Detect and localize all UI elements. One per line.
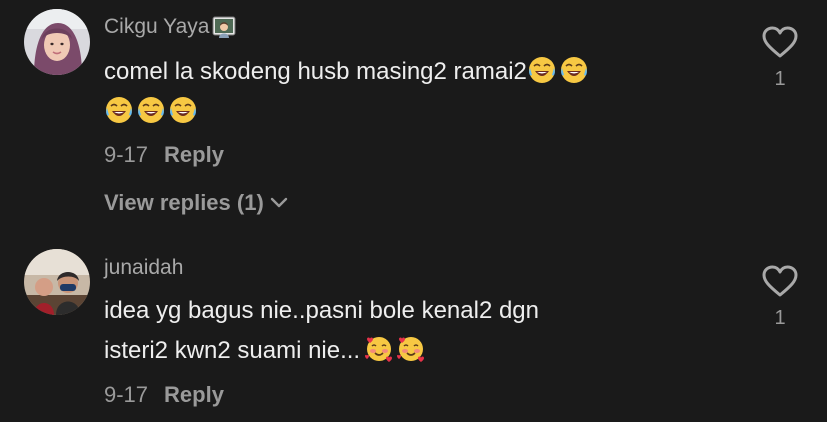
reply-button[interactable]: Reply [164, 382, 224, 407]
like-count: 1 [774, 68, 786, 90]
joy-emoji-icon [136, 95, 166, 125]
comment-item: Cikgu Yaya comel la skodeng husb masing2… [0, 0, 827, 230]
joy-emoji-icon [168, 95, 198, 125]
comment-text-line2 [104, 92, 200, 132]
username[interactable]: junaidah [104, 256, 183, 280]
teacher-emoji-icon [211, 14, 237, 40]
joy-emoji-icon [527, 55, 557, 85]
heart-outline-icon [762, 26, 798, 58]
comment-item: junaidah idea yg bagus nie..pasni bole k… [0, 240, 827, 422]
comment-meta: 9-17 Reply [104, 142, 224, 168]
avatar[interactable] [24, 9, 90, 75]
username[interactable]: Cikgu Yaya [104, 14, 237, 40]
smiling-face-with-hearts-icon [396, 334, 426, 364]
like-count: 1 [774, 307, 786, 329]
avatar[interactable] [24, 249, 90, 315]
like-button[interactable]: 1 [760, 25, 800, 91]
comment-date: 9-17 [104, 142, 149, 167]
heart-outline-icon [762, 265, 798, 297]
joy-emoji-icon [559, 55, 589, 85]
comment-meta: 9-17 Reply [104, 382, 224, 408]
comment-text-line2: isteri2 kwn2 suami nie... [104, 331, 428, 371]
chevron-down-icon [270, 197, 287, 208]
smiling-face-with-hearts-icon [364, 334, 394, 364]
reply-button[interactable]: Reply [164, 142, 224, 167]
like-button[interactable]: 1 [760, 264, 800, 330]
joy-emoji-icon [104, 95, 134, 125]
comment-date: 9-17 [104, 382, 149, 407]
comment-text: comel la skodeng husb masing2 ramai2 [104, 52, 591, 92]
view-replies-button[interactable]: View replies (1) [104, 190, 288, 216]
comment-text: idea yg bagus nie..pasni bole kenal2 dgn [104, 297, 539, 324]
